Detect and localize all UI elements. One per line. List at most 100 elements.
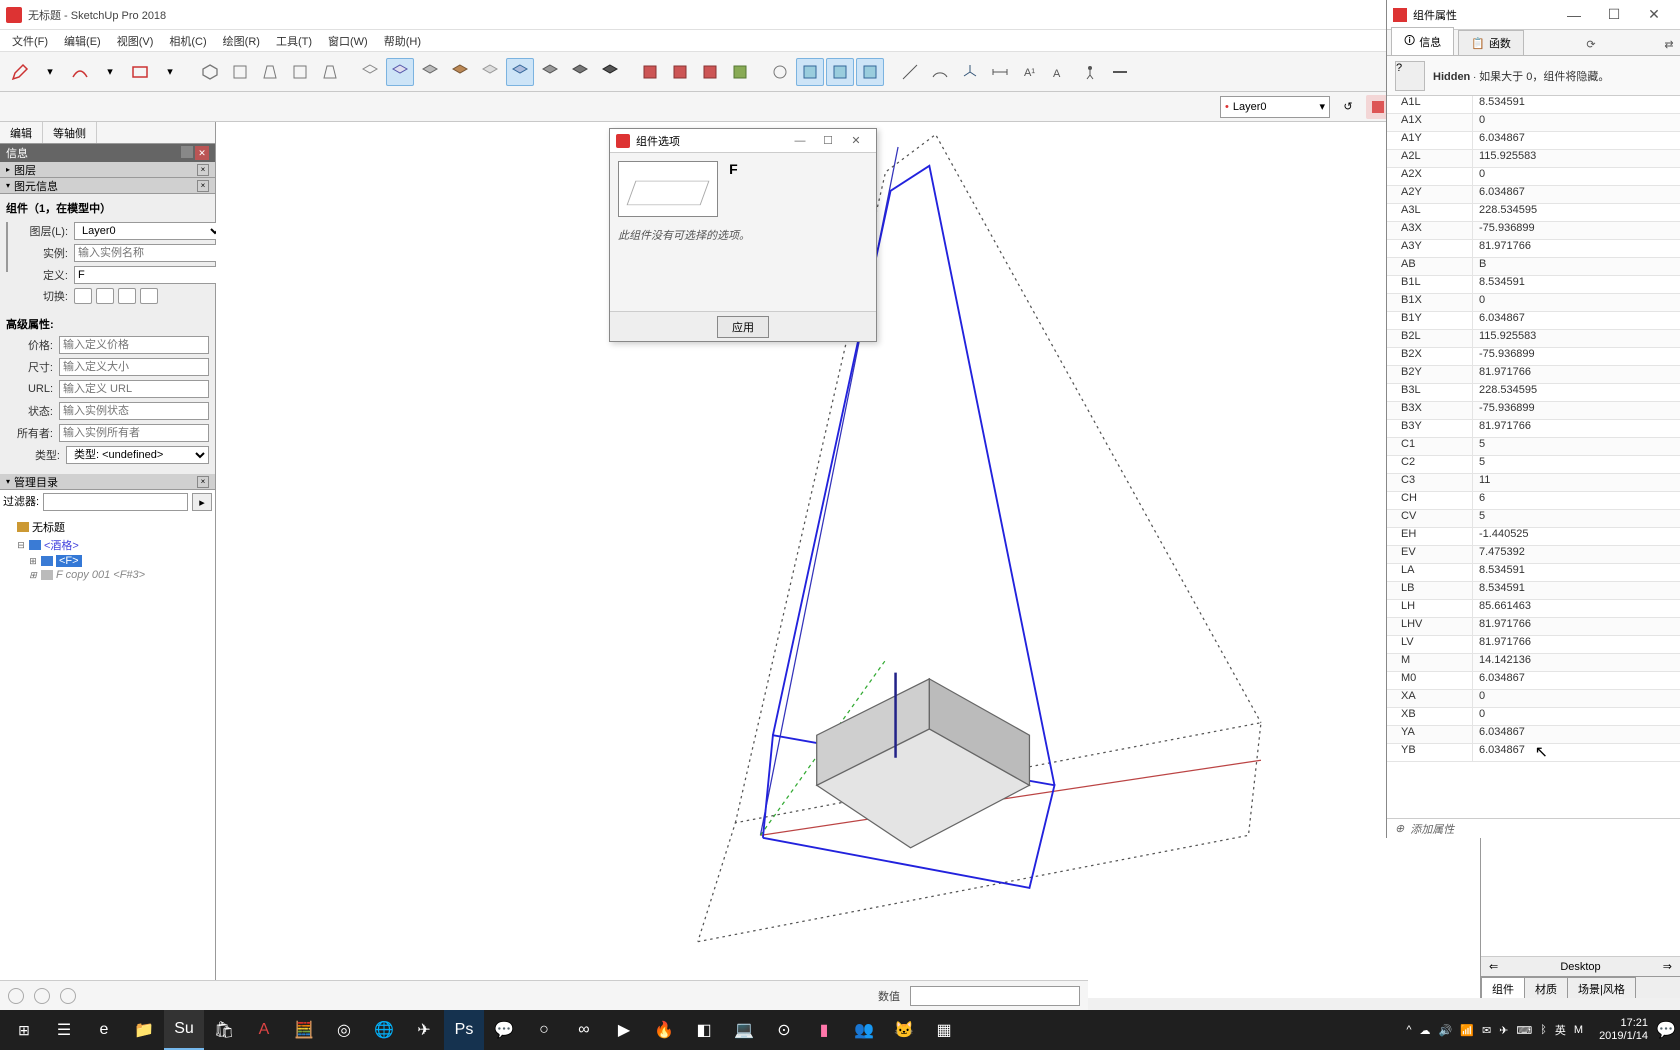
- 3dtext-icon[interactable]: A: [1046, 58, 1074, 86]
- pencil-dropdown-icon[interactable]: ▾: [36, 58, 64, 86]
- menu-help[interactable]: 帮助(H): [378, 31, 427, 51]
- top-view-icon[interactable]: [226, 58, 254, 86]
- outliner-header[interactable]: 管理目录×: [0, 474, 215, 490]
- app6-icon[interactable]: 🔥: [644, 1010, 684, 1050]
- attr-row[interactable]: LA8.534591: [1387, 564, 1680, 582]
- solid-subtract-icon[interactable]: [856, 58, 884, 86]
- menu-window[interactable]: 窗口(W): [322, 31, 374, 51]
- tree-node-wine[interactable]: ⊟<酒格>: [4, 536, 211, 554]
- attr-row[interactable]: A3L228.534595: [1387, 204, 1680, 222]
- app8-icon[interactable]: 💻: [724, 1010, 764, 1050]
- tree-node-f[interactable]: ⊞<F>: [4, 554, 211, 568]
- attr-tab-info[interactable]: 🛈信息: [1391, 27, 1454, 55]
- tray-keys-icon[interactable]: ⌨: [1516, 1024, 1532, 1037]
- attr-value[interactable]: 8.534591: [1473, 276, 1680, 293]
- type-select[interactable]: 类型: <undefined>: [66, 446, 209, 464]
- attr-row[interactable]: M06.034867: [1387, 672, 1680, 690]
- info-panel-header[interactable]: 信息 ✕: [0, 144, 215, 162]
- attr-row[interactable]: LH85.661463: [1387, 600, 1680, 618]
- back-view-icon[interactable]: [316, 58, 344, 86]
- url-input[interactable]: [59, 380, 209, 398]
- attr-value[interactable]: 5: [1473, 510, 1680, 527]
- attr-row[interactable]: B1Y6.034867: [1387, 312, 1680, 330]
- viewport[interactable]: 组件选项 — ☐ ✕ F 此组件没有可选择的选项。 应用: [216, 122, 1480, 998]
- style3-icon[interactable]: [596, 58, 624, 86]
- walk-icon[interactable]: [1076, 58, 1104, 86]
- attr-row[interactable]: YB6.034867: [1387, 744, 1680, 762]
- edge-icon[interactable]: e: [84, 1010, 124, 1050]
- attr-row[interactable]: A1Y6.034867: [1387, 132, 1680, 150]
- menu-file[interactable]: 文件(F): [6, 31, 54, 51]
- attr-value[interactable]: -75.936899: [1473, 348, 1680, 365]
- attr-value[interactable]: 6: [1473, 492, 1680, 509]
- calc-icon[interactable]: 🧮: [284, 1010, 324, 1050]
- text-icon[interactable]: A¹: [1016, 58, 1044, 86]
- attr-value[interactable]: 0: [1473, 690, 1680, 707]
- attr-value[interactable]: 5: [1473, 438, 1680, 455]
- tray-tab-mat[interactable]: 材质: [1524, 977, 1568, 998]
- tape-icon[interactable]: [896, 58, 924, 86]
- attr-row[interactable]: ABB: [1387, 258, 1680, 276]
- attr-value[interactable]: 8.534591: [1473, 96, 1680, 113]
- attr-row[interactable]: A2L115.925583: [1387, 150, 1680, 168]
- attr-value[interactable]: 81.971766: [1473, 618, 1680, 635]
- solid-outer-icon[interactable]: [766, 58, 794, 86]
- attr-row[interactable]: A2Y6.034867: [1387, 186, 1680, 204]
- size-input[interactable]: [59, 358, 209, 376]
- outliner-filter-button[interactable]: ▸: [192, 493, 212, 511]
- comp-opt-min-icon[interactable]: —: [786, 135, 814, 147]
- start-button[interactable]: ⊞: [4, 1010, 44, 1050]
- comp-opt-close-icon[interactable]: ✕: [842, 134, 870, 147]
- comp-options-titlebar[interactable]: 组件选项 — ☐ ✕: [610, 129, 876, 153]
- tray-cloud-icon[interactable]: ☁: [1420, 1024, 1431, 1037]
- attr-refresh-icon[interactable]: ⟳: [1580, 33, 1602, 55]
- autocad-icon[interactable]: A: [244, 1010, 284, 1050]
- attr-add-row[interactable]: 添加属性: [1387, 818, 1680, 838]
- comp-opt-apply-button[interactable]: 应用: [717, 316, 769, 338]
- attr-max-icon[interactable]: ☐: [1594, 6, 1634, 23]
- attr-titlebar[interactable]: 组件属性 — ☐ ✕: [1387, 0, 1680, 30]
- attr-value[interactable]: 0: [1473, 708, 1680, 725]
- photoshop-icon[interactable]: Ps: [444, 1010, 484, 1050]
- app1-icon[interactable]: ◎: [324, 1010, 364, 1050]
- store-icon[interactable]: 🛍: [204, 1010, 244, 1050]
- app10-icon[interactable]: ▮: [804, 1010, 844, 1050]
- tray-tg-icon[interactable]: ✈: [1499, 1024, 1508, 1037]
- app2-icon[interactable]: 🌐: [364, 1010, 404, 1050]
- attr-value[interactable]: 8.534591: [1473, 564, 1680, 581]
- attr-value[interactable]: 7.475392: [1473, 546, 1680, 563]
- app11-icon[interactable]: 👥: [844, 1010, 884, 1050]
- app12-icon[interactable]: 🐱: [884, 1010, 924, 1050]
- person-icon[interactable]: [60, 988, 76, 1004]
- attr-row[interactable]: LHV81.971766: [1387, 618, 1680, 636]
- attr-value[interactable]: B: [1473, 258, 1680, 275]
- section-display-icon[interactable]: [666, 58, 694, 86]
- shaded-style-icon[interactable]: [416, 58, 444, 86]
- wechat-icon[interactable]: 💬: [484, 1010, 524, 1050]
- attr-value[interactable]: -75.936899: [1473, 402, 1680, 419]
- toggle-cast-icon[interactable]: [140, 288, 158, 304]
- toggle-lock-icon[interactable]: [96, 288, 114, 304]
- attr-row[interactable]: B3X-75.936899: [1387, 402, 1680, 420]
- xray-style-icon[interactable]: [506, 58, 534, 86]
- wireframe-style-icon[interactable]: [356, 58, 384, 86]
- section-tool-icon[interactable]: [1106, 58, 1134, 86]
- rectangle-tool-icon[interactable]: [126, 58, 154, 86]
- attr-value[interactable]: 11: [1473, 474, 1680, 491]
- attr-row[interactable]: XB0: [1387, 708, 1680, 726]
- attr-value[interactable]: 0: [1473, 294, 1680, 311]
- attr-row[interactable]: A1L8.534591: [1387, 96, 1680, 114]
- attr-row[interactable]: B2L115.925583: [1387, 330, 1680, 348]
- comp-opt-max-icon[interactable]: ☐: [814, 134, 842, 147]
- nav-back-icon[interactable]: ⇐: [1489, 960, 1498, 973]
- instance-input[interactable]: [74, 244, 224, 262]
- attr-row[interactable]: C15: [1387, 438, 1680, 456]
- outliner-filter-input[interactable]: [43, 493, 188, 511]
- owner-input[interactable]: [59, 424, 209, 442]
- tray-tab-comp[interactable]: 组件: [1481, 977, 1525, 998]
- status-input[interactable]: [59, 402, 209, 420]
- attr-value[interactable]: 115.925583: [1473, 150, 1680, 167]
- layers-subpanel[interactable]: 图层×: [0, 162, 215, 178]
- menu-tools[interactable]: 工具(T): [270, 31, 318, 51]
- attr-row[interactable]: C311: [1387, 474, 1680, 492]
